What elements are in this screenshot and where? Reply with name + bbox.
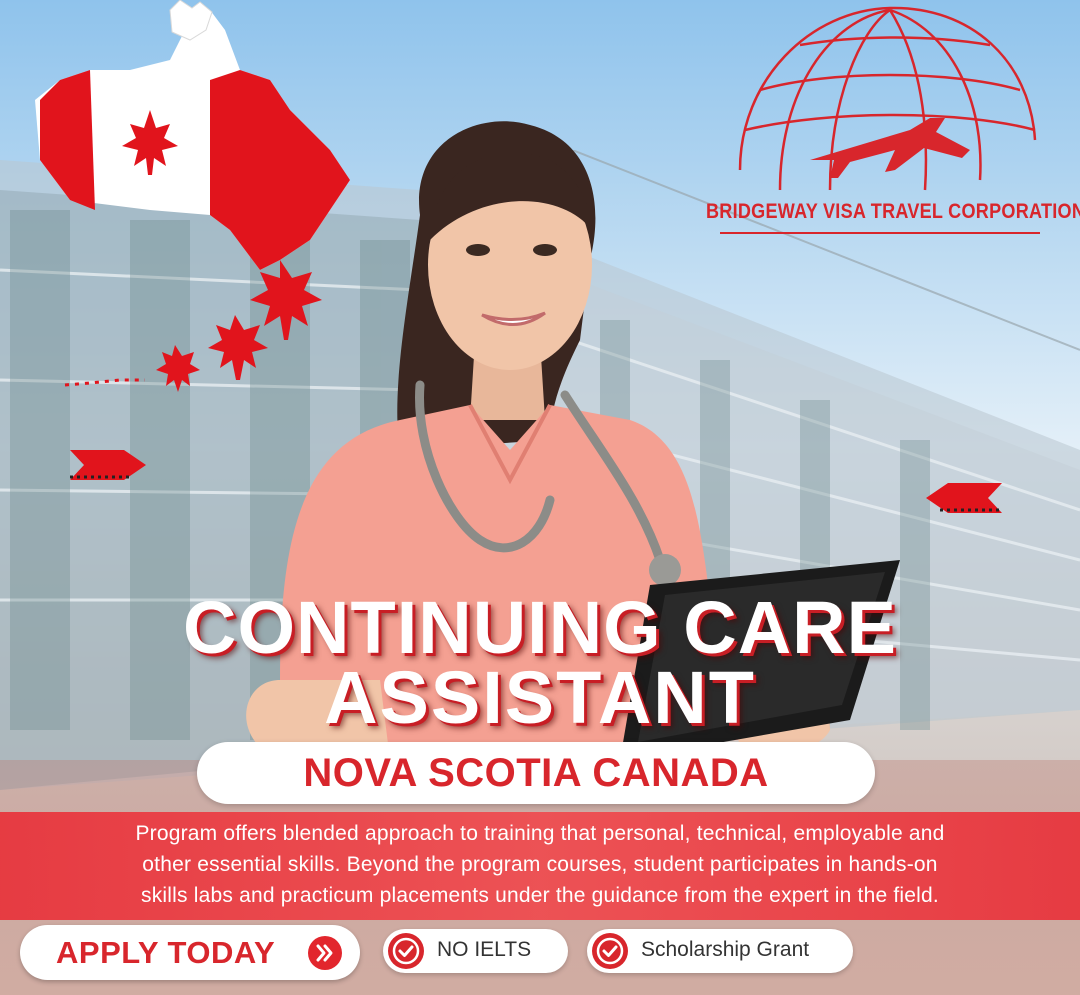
arrow-left-decoration: [926, 483, 1002, 513]
check-circle-icon: [592, 933, 628, 969]
location-banner: NOVA SCOTIA CANADA: [197, 742, 875, 804]
description-line-1: Program offers blended approach to train…: [135, 822, 945, 845]
arrow-right-decoration: [70, 450, 146, 480]
feature-label: NO IELTS: [437, 938, 532, 961]
description-line-3: skills labs and practicum placements und…: [141, 884, 939, 907]
apply-today-label: APPLY TODAY: [56, 935, 276, 970]
description-line-2: other essential skills. Beyond the progr…: [142, 853, 938, 876]
program-description: Program offers blended approach to train…: [20, 818, 1060, 911]
apply-today-button[interactable]: APPLY TODAY: [20, 925, 360, 980]
brand-underline: [720, 232, 1040, 234]
location-text: NOVA SCOTIA CANADA: [303, 750, 769, 795]
brand-name: BRIDGEWAY VISA TRAVEL CORPORATION: [706, 200, 1080, 223]
poster: BRIDGEWAY VISA TRAVEL CORPORATION CONTIN…: [0, 0, 1080, 995]
canada-map-graphic: [35, 0, 350, 392]
feature-no-ielts: NO IELTS: [383, 929, 568, 973]
feature-label: Scholarship Grant: [641, 938, 810, 961]
double-chevron-right-icon: [308, 936, 342, 970]
check-circle-icon: [388, 933, 424, 969]
feature-scholarship-grant: Scholarship Grant: [587, 929, 853, 973]
headline-line-2: ASSISTANT: [324, 656, 756, 739]
